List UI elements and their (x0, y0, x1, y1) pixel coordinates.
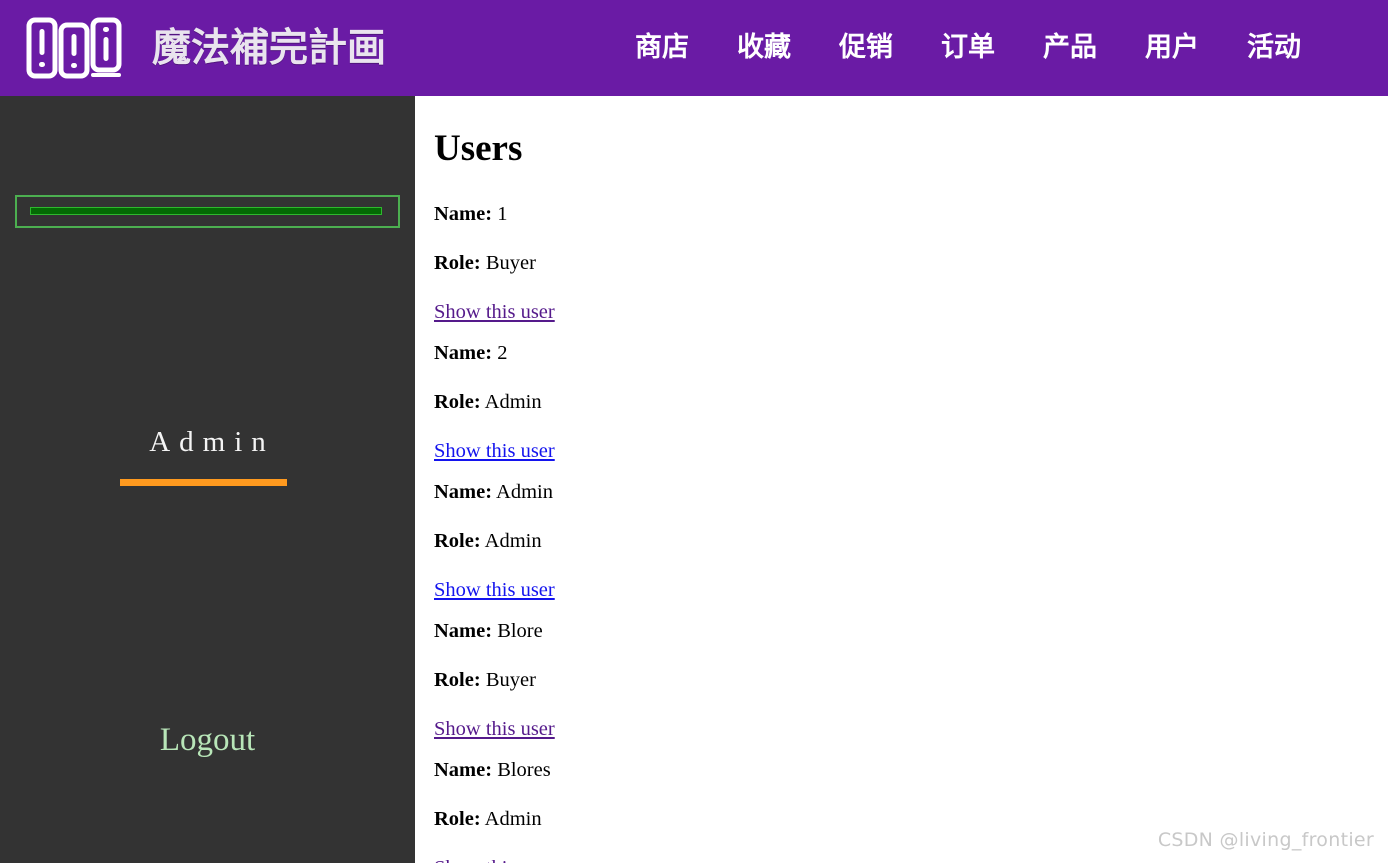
nav-item-activities[interactable]: 活动 (1223, 27, 1325, 69)
logout-button[interactable]: Logout (0, 724, 415, 757)
user-role-value: Buyer (480, 668, 536, 691)
user-role-value: Admin (480, 529, 542, 552)
user-block: Name: Admin Role: Admin Show this user (434, 472, 1388, 611)
user-name-row: Name: Blore (434, 611, 1388, 652)
user-name-label: Name: (434, 480, 493, 503)
user-block: Name: 2 Role: Admin Show this user (434, 333, 1388, 472)
main-content: Users Name: 1 Role: Buyer Show this user Na… (415, 96, 1388, 863)
user-role-label: Role: (434, 529, 481, 552)
sidebar-current-user: Admin (0, 428, 415, 486)
brand-title: 魔法補完計画 (152, 25, 387, 71)
nav-item-products[interactable]: 产品 (1019, 27, 1121, 69)
nav-item-promotions[interactable]: 促销 (815, 27, 917, 69)
user-name-row: Name: 1 (434, 194, 1388, 235)
user-role-row: Role: Buyer (434, 660, 1388, 701)
user-name-row: Name: 2 (434, 333, 1388, 374)
show-user-link[interactable]: Show this user (434, 292, 1388, 333)
nav-item-favorites[interactable]: 收藏 (713, 27, 815, 69)
user-block: Name: 1 Role: Buyer Show this user (434, 194, 1388, 333)
main-nav: 商店 收藏 促销 订单 产品 用户 活动 (611, 27, 1388, 69)
sidebar-user-underline (120, 479, 287, 486)
sidebar-panel-bar[interactable] (30, 207, 382, 215)
user-name-label: Name: (434, 341, 493, 364)
user-name-label: Name: (434, 619, 493, 642)
user-list: Name: 1 Role: Buyer Show this user Name: 2R… (434, 194, 1388, 863)
user-block: Name: Blore Role: Buyer Show this user (434, 611, 1388, 750)
brand-logo-link[interactable]: 魔法補完計画 (26, 17, 386, 79)
user-name-label: Name: (434, 758, 493, 781)
user-name-label: Name: (434, 202, 493, 225)
user-name-value: 2 (492, 341, 508, 364)
user-role-row: Role: Buyer (434, 243, 1388, 284)
user-role-label: Role: (434, 251, 481, 274)
page-body: Admin Logout Users Name: 1 Role: Buyer Sho… (0, 96, 1388, 863)
user-role-row: Role: Admin (434, 521, 1388, 562)
top-header: 魔法補完計画 商店 收藏 促销 订单 产品 用户 活动 (0, 0, 1388, 96)
user-role-label: Role: (434, 807, 481, 830)
user-name-value: 1 (492, 202, 508, 225)
user-name-row: Name: Blores (434, 750, 1388, 791)
page-title: Users (434, 128, 523, 169)
user-name-row: Name: Admin (434, 472, 1388, 513)
user-name-value: Admin (492, 480, 554, 503)
user-role-value: Buyer (480, 251, 536, 274)
nav-item-users[interactable]: 用户 (1121, 27, 1223, 69)
user-role-row: Role: Admin (434, 382, 1388, 423)
show-user-link[interactable]: Show this user (434, 570, 1388, 611)
three-books-icon (26, 17, 130, 79)
sidebar-panel-box[interactable] (15, 195, 400, 228)
nav-item-orders[interactable]: 订单 (917, 27, 1019, 69)
user-role-value: Admin (480, 807, 542, 830)
sidebar: Admin Logout (0, 96, 415, 863)
user-role-value: Admin (480, 390, 542, 413)
user-name-value: Blores (492, 758, 551, 781)
show-user-link[interactable]: Show this user (434, 709, 1388, 750)
user-role-label: Role: (434, 668, 481, 691)
show-user-link[interactable]: Show this user (434, 431, 1388, 472)
user-role-label: Role: (434, 390, 481, 413)
sidebar-user-name: Admin (149, 426, 275, 458)
watermark: CSDN @living_frontier (1157, 829, 1374, 851)
nav-item-shop[interactable]: 商店 (611, 27, 713, 69)
user-name-value: Blore (492, 619, 543, 642)
